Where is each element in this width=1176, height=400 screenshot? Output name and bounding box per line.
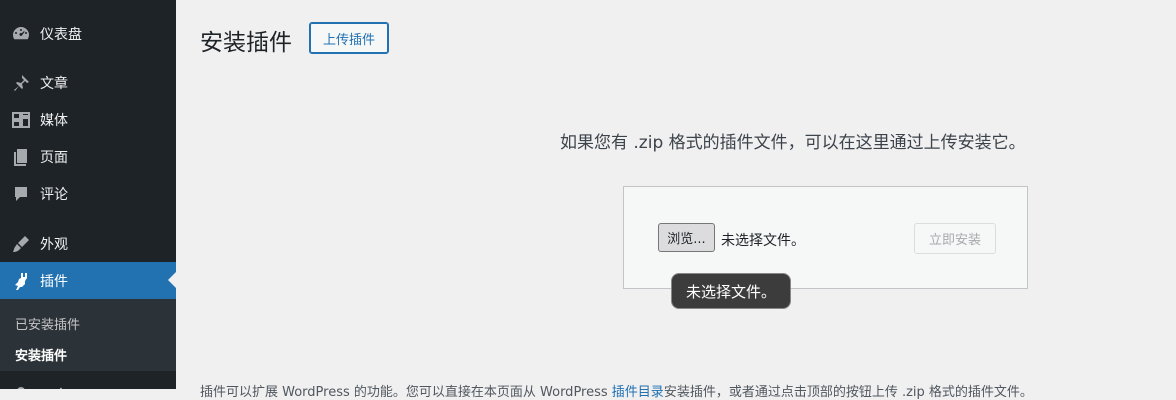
install-now-button[interactable]: 立即安装 xyxy=(914,223,996,254)
page-icon xyxy=(11,147,31,167)
submenu-item-installed-plugins[interactable]: 已安装插件 xyxy=(15,314,80,333)
user-icon xyxy=(11,385,31,389)
sidebar-item-label: 用户 xyxy=(40,385,68,390)
admin-sidebar: 仪表盘 文章 媒体 页面 评论 外观 插件 已安装插件 安装插件 xyxy=(0,0,176,389)
sidebar-item-media[interactable]: 媒体 xyxy=(0,101,176,138)
file-tooltip: 未选择文件。 xyxy=(671,273,791,309)
main-content: 安装插件 上传插件 如果您有 .zip 格式的插件文件，可以在这里通过上传安装它… xyxy=(176,0,1176,400)
dashboard-icon xyxy=(11,24,31,44)
media-icon xyxy=(11,110,31,130)
plugins-submenu: 已安装插件 安装插件 xyxy=(0,299,176,371)
sidebar-item-appearance[interactable]: 外观 xyxy=(0,225,176,262)
sidebar-item-label: 文章 xyxy=(40,75,68,92)
submenu-item-add-plugins[interactable]: 安装插件 xyxy=(15,345,67,364)
sidebar-item-dashboard[interactable]: 仪表盘 xyxy=(0,15,176,52)
appearance-brush-icon xyxy=(11,234,31,254)
plugins-intro-text: 插件可以扩展 WordPress 的功能。您可以直接在本页面从 WordPres… xyxy=(200,381,1160,400)
page-title: 安装插件 xyxy=(200,30,292,56)
sidebar-item-comments[interactable]: 评论 xyxy=(0,175,176,212)
sidebar-item-pages[interactable]: 页面 xyxy=(0,138,176,175)
plugins-icon xyxy=(11,271,31,291)
sidebar-item-label: 评论 xyxy=(40,186,68,203)
comment-icon xyxy=(11,184,31,204)
intro-text-start: 插件可以扩展 WordPress 的功能。您可以直接在本页面从 WordPres… xyxy=(200,385,612,400)
sidebar-item-plugins[interactable]: 插件 xyxy=(0,262,176,299)
plugin-directory-link[interactable]: 插件目录 xyxy=(612,385,664,400)
sidebar-item-label: 媒体 xyxy=(40,112,68,129)
intro-text-end: 安装插件，或者通过点击顶部的按钮上传 .zip 格式的插件文件。 xyxy=(663,385,1033,400)
browse-file-button[interactable]: 浏览... xyxy=(658,223,715,252)
file-status-text: 未选择文件。 xyxy=(721,233,805,249)
upload-plugin-button[interactable]: 上传插件 xyxy=(309,22,389,54)
sidebar-item-label: 插件 xyxy=(40,273,68,290)
sidebar-item-posts[interactable]: 文章 xyxy=(0,64,176,101)
sidebar-item-users[interactable]: 用户 xyxy=(0,376,176,389)
upload-help-text: 如果您有 .zip 格式的插件文件，可以在这里通过上传安装它。 xyxy=(560,133,1026,153)
sidebar-item-label: 页面 xyxy=(40,149,68,166)
sidebar-item-label: 仪表盘 xyxy=(40,26,82,43)
sidebar-item-label: 外观 xyxy=(40,236,68,253)
pin-icon xyxy=(11,73,31,93)
